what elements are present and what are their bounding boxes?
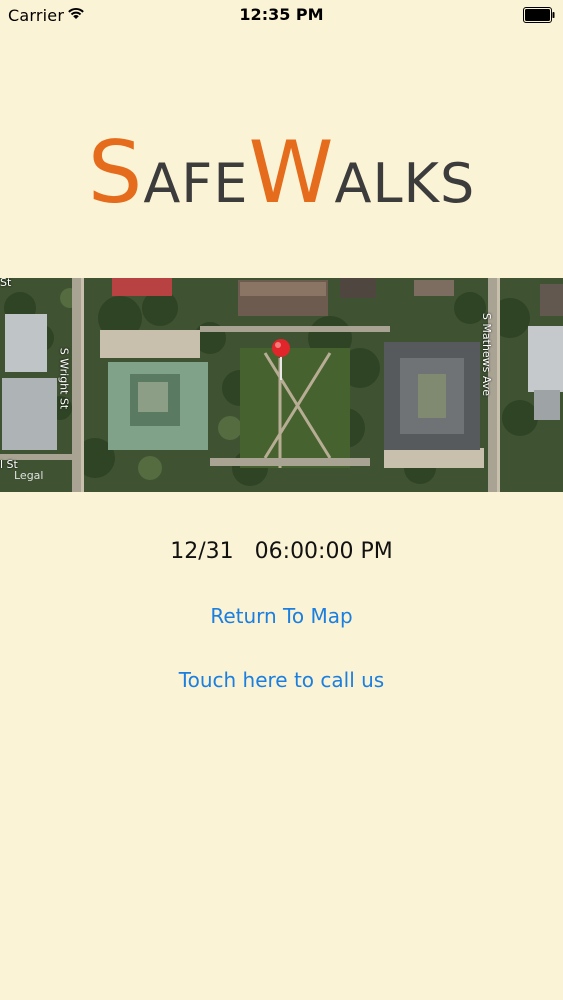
map-view[interactable]: St S Wright St S Mathews Ave l St Legal xyxy=(0,278,563,492)
walk-time: 06:00:00 PM xyxy=(254,539,393,564)
battery-icon xyxy=(523,7,555,23)
satellite-map xyxy=(0,278,563,492)
status-bar: Carrier 12:35 PM xyxy=(0,0,563,30)
logo-letter-w: W xyxy=(248,123,335,223)
map-label-mathews: S Mathews Ave xyxy=(480,312,494,397)
app-logo: SAFEWALKS xyxy=(0,130,563,216)
status-time: 12:35 PM xyxy=(239,5,324,24)
walk-date: 12/31 xyxy=(170,539,234,564)
map-label-top-left: St xyxy=(0,278,12,289)
return-to-map-button[interactable]: Return To Map xyxy=(0,604,563,628)
map-label-wright: S Wright St xyxy=(57,347,71,410)
logo-text-alks: ALKS xyxy=(334,152,476,215)
call-us-button[interactable]: Touch here to call us xyxy=(0,668,563,692)
logo-text-afe: AFE xyxy=(143,152,249,215)
logo-letter-s: S xyxy=(87,123,144,223)
walk-datetime: 12/31 06:00:00 PM xyxy=(0,539,563,564)
map-legal-link[interactable]: Legal xyxy=(14,469,43,482)
